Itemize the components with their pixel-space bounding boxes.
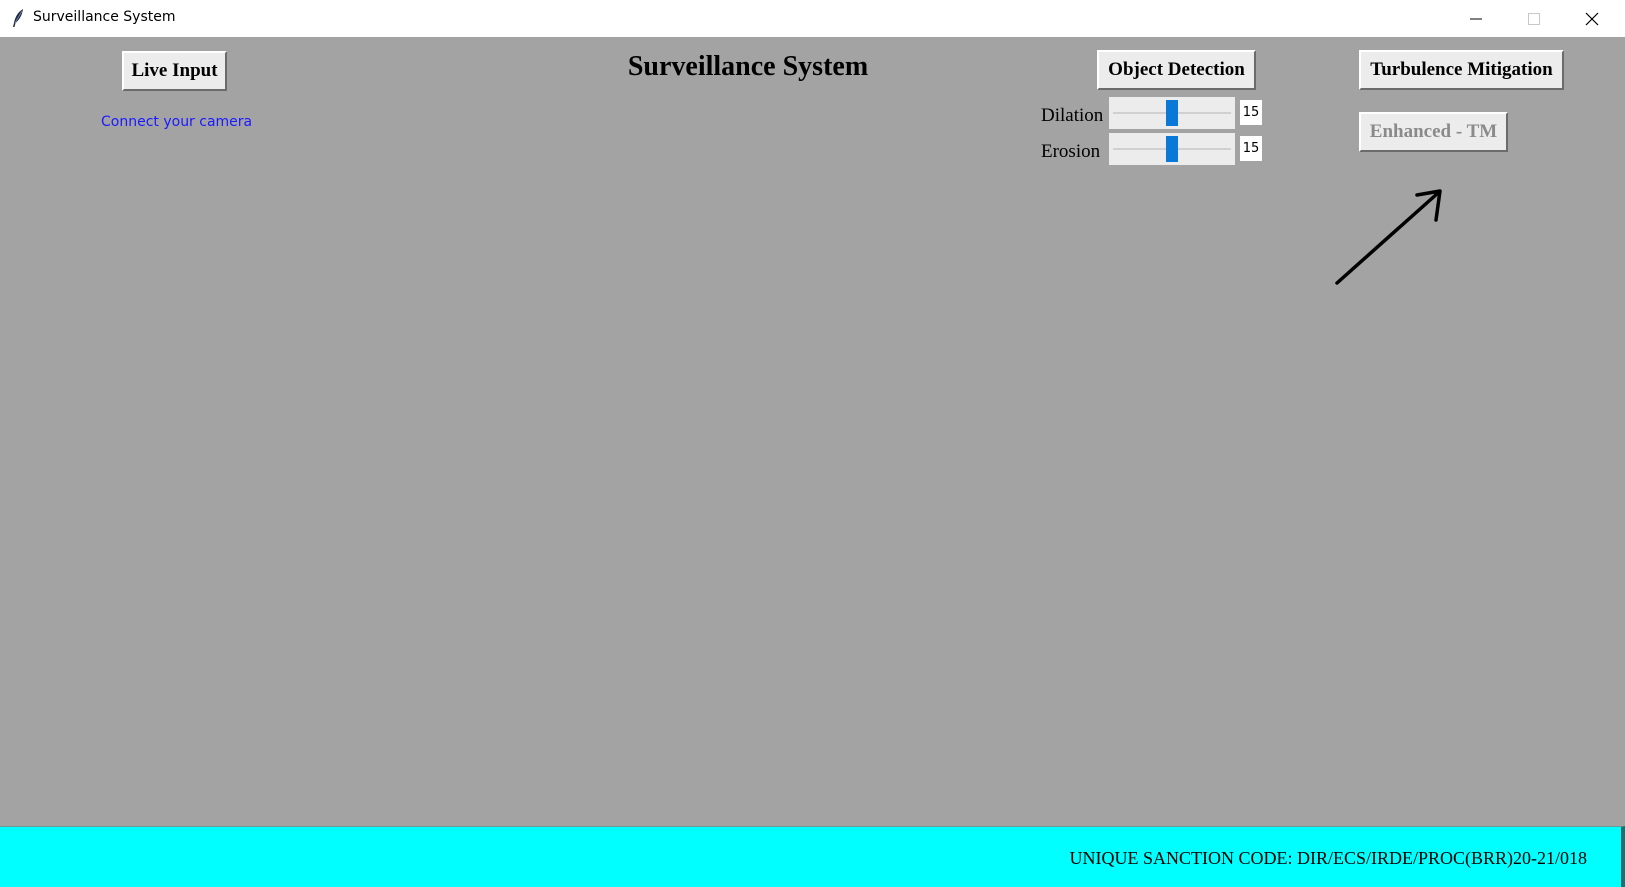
erosion-slider[interactable] <box>1109 133 1235 165</box>
window-title: Surveillance System <box>33 9 176 25</box>
erosion-label: Erosion <box>1041 141 1101 162</box>
close-button[interactable] <box>1563 0 1621 37</box>
main-panel: Live Input Surveillance System Object De… <box>0 37 1625 827</box>
erosion-value: 15 <box>1240 136 1262 161</box>
arrow-icon <box>1335 189 1442 285</box>
app-window: Surveillance System Live Input Surveilla… <box>0 0 1625 887</box>
feather-icon <box>13 9 23 27</box>
dilation-value: 15 <box>1240 100 1262 125</box>
camera-status-text: Connect your camera <box>101 114 253 130</box>
live-input-button[interactable]: Live Input <box>122 51 227 91</box>
maximize-button[interactable] <box>1505 0 1563 37</box>
dilation-label: Dilation <box>1041 105 1104 126</box>
title-bar[interactable]: Surveillance System <box>0 0 1625 37</box>
minimize-icon <box>1470 18 1482 19</box>
object-detection-button[interactable]: Object Detection <box>1097 50 1256 90</box>
footer-bar: UNIQUE SANCTION CODE: DIR/ECS/IRDE/PROC(… <box>0 826 1625 887</box>
sanction-code-text: UNIQUE SANCTION CODE: DIR/ECS/IRDE/PROC(… <box>1069 848 1587 868</box>
slider-thumb[interactable] <box>1166 100 1178 126</box>
close-icon <box>1585 12 1599 25</box>
maximize-icon <box>1528 12 1540 25</box>
page-title: Surveillance System <box>627 51 869 82</box>
slider-thumb[interactable] <box>1166 136 1178 162</box>
turbulence-mitigation-button[interactable]: Turbulence Mitigation <box>1359 50 1564 90</box>
minimize-button[interactable] <box>1447 0 1505 37</box>
dilation-slider[interactable] <box>1109 97 1235 129</box>
